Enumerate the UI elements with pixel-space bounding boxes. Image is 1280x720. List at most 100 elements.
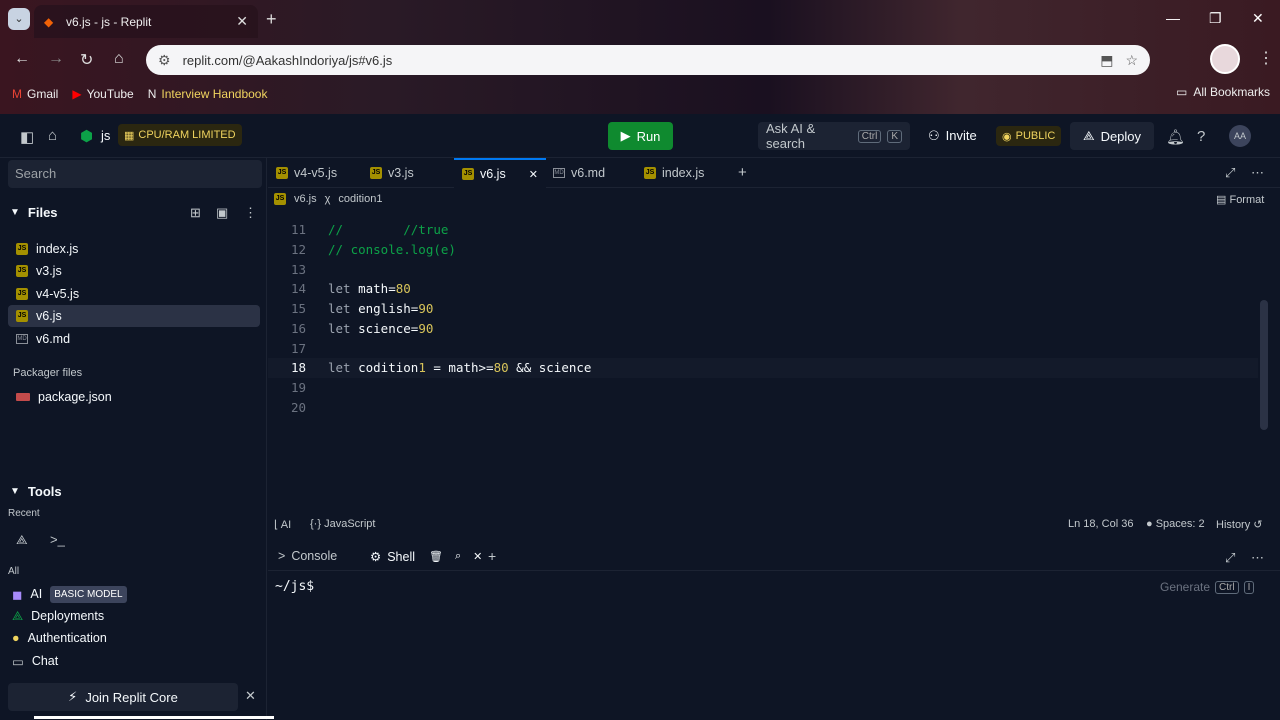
star-icon[interactable]: ☆ [1125,52,1138,69]
bookmark-gmail[interactable]: M Gmail [12,87,58,101]
tab-search-icon[interactable]: ⌄ [8,8,30,30]
new-file-icon[interactable]: ⊞ [190,205,201,221]
tool-label: AI [30,587,43,601]
cpu-limited-badge[interactable]: ▦ CPU/RAM LIMITED [118,124,242,146]
editor-scrollbar[interactable] [1260,300,1268,430]
add-tab-icon[interactable]: + [738,164,747,181]
files-header[interactable]: ▼ Files [10,205,58,220]
breadcrumb-symbol[interactable]: codition1 [338,193,382,205]
shell-tool-icon[interactable]: >_ [50,532,65,547]
cpu-icon: ▦ [124,129,135,142]
home-icon[interactable]: ⌂ [114,50,124,68]
file-item[interactable]: MD v6.md [8,328,260,350]
sidebar-toggle-icon[interactable]: ◧ [20,128,34,146]
bell-icon[interactable]: 🔔︎ [1166,128,1185,146]
tool-authentication[interactable]: ● Authentication [8,627,107,649]
tool-chat[interactable]: ▭ Chat [8,650,58,672]
tools-header[interactable]: ▼ Tools [10,484,62,499]
search-icon[interactable]: ⌕ [455,550,461,563]
cursor-position[interactable]: Ln 18, Col 36 [1068,518,1133,530]
pane-menu-icon[interactable]: ⋯ [1251,165,1264,181]
ai-status[interactable]: ⌊ AI [274,518,291,531]
file-name: index.js [36,242,79,256]
js-file-icon: JS [644,167,656,179]
taskbar-indicator [34,716,274,719]
public-label: PUBLIC [1015,130,1056,142]
user-avatar[interactable]: AA [1229,125,1251,147]
join-replit-core-button[interactable]: ⚡︎ Join Replit Core [8,683,238,711]
restore-icon[interactable]: ❐ [1209,10,1222,27]
format-button[interactable]: ▤ Format [1216,193,1264,206]
trash-icon[interactable]: 🗑︎ [429,550,443,563]
browser-menu-icon[interactable]: ⋮ [1258,48,1274,68]
breadcrumb-file[interactable]: v6.js [294,193,317,205]
new-folder-icon[interactable]: ▣ [216,205,228,221]
bookmark-youtube[interactable]: ▶ YouTube [72,87,133,101]
browser-tab[interactable]: ◆ v6.js - js - Replit ✕ [34,5,258,38]
pane-menu-icon[interactable]: ⋯ [1251,550,1264,566]
add-console-tab-icon[interactable]: + [488,548,496,564]
invite-button[interactable]: ⚇ Invite [928,128,977,144]
play-icon: ▶ [620,128,631,143]
tab-console[interactable]: > Console [278,549,337,563]
close-icon[interactable]: ✕ [245,688,256,704]
site-info-icon[interactable]: ⚙ [158,52,171,69]
ask-ai-search[interactable]: Ask AI & search Ctrl K [758,121,910,151]
minimize-icon[interactable]: — [1166,10,1180,26]
file-item[interactable]: JS index.js [8,238,260,260]
close-icon[interactable]: ✕ [473,550,482,563]
file-item[interactable]: JS v4-v5.js [8,283,260,305]
new-tab-icon[interactable]: + [266,9,277,30]
files-menu-icon[interactable]: ⋮ [244,205,257,221]
code-line: 19 [268,378,1258,398]
file-name: v6.md [36,332,71,346]
deploy-tool-icon[interactable]: ⟁ [16,532,28,548]
generate-button[interactable]: Generate Ctrl I [1160,580,1255,594]
home-icon[interactable]: ⌂ [48,127,57,144]
tool-deployments[interactable]: ⟁ Deployments [8,605,104,627]
bookmark-interview-handbook[interactable]: N Interview Handbook [148,87,268,101]
close-window-icon[interactable]: ✕ [1252,10,1264,27]
recent-label: Recent [8,508,40,519]
back-icon[interactable]: ← [14,50,30,68]
maximize-icon[interactable]: ⤢ [1225,550,1235,566]
tab-v3[interactable]: JS v3.js [362,158,452,188]
all-bookmarks[interactable]: ▭ All Bookmarks [1176,85,1270,99]
close-tab-icon[interactable]: ✕ [529,168,538,181]
symbol-icon: χ [324,193,331,205]
js-file-icon: JS [16,265,28,277]
all-label: All [8,566,20,577]
spaces-setting[interactable]: ● Spaces: 2 [1146,518,1205,530]
tab-v6-md[interactable]: MD v6.md [545,158,635,188]
code-text: let codition1 = math>=80 && science [328,360,592,376]
address-bar[interactable]: ⚙ replit.com/@AakashIndoriya/js#v6.js ⬒ … [146,45,1150,75]
language-status[interactable]: {·} JavaScript [310,518,375,530]
tab-shell[interactable]: ⚙ Shell 🗑︎ ⌕ ✕ [370,549,482,565]
maximize-icon[interactable]: ⤢ [1225,165,1235,181]
package-file-item[interactable]: package.json [8,386,260,408]
history-button[interactable]: History ↺ [1216,518,1263,531]
shell-prompt[interactable]: ~/js$ [275,579,314,594]
invite-label: Invite [945,128,977,143]
search-input[interactable]: Search [8,160,262,188]
run-button[interactable]: ▶ Run [608,122,673,150]
tab-index[interactable]: JS index.js [636,158,728,188]
repl-name[interactable]: js [101,128,110,143]
line-number: 15 [290,301,306,317]
tool-ai[interactable]: ◼ AI BASIC MODEL [8,583,127,605]
file-item-selected[interactable]: JS v6.js [8,305,260,327]
reload-icon[interactable]: ↻ [80,50,93,70]
tab-v6-js[interactable]: JS v6.js ✕ [454,158,546,188]
chevron-down-icon: ▼ [10,486,20,497]
profile-avatar[interactable] [1210,44,1240,74]
bookmarks-bar: M Gmail ▶ YouTube N Interview Handbook ▭… [0,82,1280,106]
deploy-button[interactable]: ⟁ Deploy [1070,122,1154,150]
help-icon[interactable]: ? [1197,128,1205,145]
public-badge[interactable]: ◉ PUBLIC [996,126,1062,146]
tab-v4-v5[interactable]: JS v4-v5.js [268,158,360,188]
file-item[interactable]: JS v3.js [8,260,260,282]
forward-icon[interactable]: → [48,50,64,68]
close-tab-icon[interactable]: ✕ [236,13,248,30]
install-icon[interactable]: ⬒ [1100,52,1113,69]
code-line: 17 [268,338,1258,358]
